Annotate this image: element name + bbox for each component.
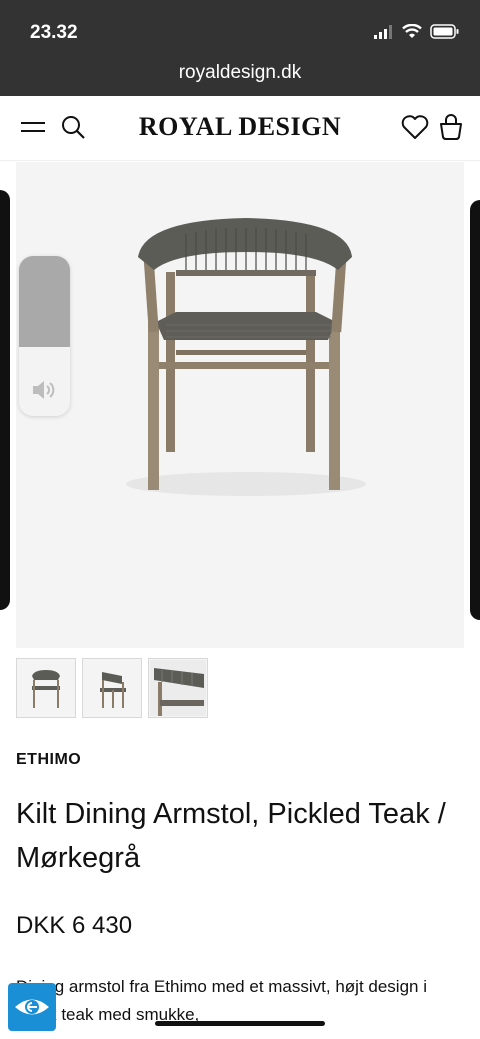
- menu-icon[interactable]: [20, 112, 50, 142]
- thumbnail-detail[interactable]: [148, 658, 208, 718]
- chair-illustration: [126, 218, 366, 496]
- accessibility-button[interactable]: [8, 983, 56, 1031]
- status-icons: [374, 24, 460, 39]
- speaker-icon: [33, 381, 55, 399]
- address-bar[interactable]: royaldesign.dk: [0, 62, 480, 96]
- heart-icon[interactable]: [400, 112, 430, 142]
- product-image[interactable]: [16, 162, 464, 648]
- product-price: DKK 6 430: [16, 912, 133, 939]
- status-time: 23.32: [30, 22, 78, 43]
- thumbnail-side[interactable]: [82, 658, 142, 718]
- thumbnail-strip: [16, 658, 208, 718]
- eye-icon: [15, 999, 49, 1015]
- search-icon[interactable]: [60, 112, 90, 142]
- signal-icon: [374, 24, 392, 39]
- thumbnail-front[interactable]: [16, 658, 76, 718]
- home-indicator: [155, 1021, 325, 1026]
- screen-edge-left: [0, 190, 10, 610]
- screen-edge-right: [470, 200, 480, 620]
- volume-level: [19, 256, 70, 347]
- url-text: royaldesign.dk: [178, 62, 302, 83]
- wifi-icon: [402, 24, 422, 38]
- bag-icon[interactable]: [436, 112, 466, 142]
- product-title: Kilt Dining Armstol, Pickled Teak / Mørk…: [16, 798, 446, 874]
- volume-indicator[interactable]: [19, 256, 70, 416]
- brand-name[interactable]: ETHIMO: [16, 751, 81, 769]
- status-bar: 23.32: [0, 0, 480, 62]
- site-header: ROYAL DESIGN: [0, 96, 480, 161]
- battery-icon: [430, 24, 459, 39]
